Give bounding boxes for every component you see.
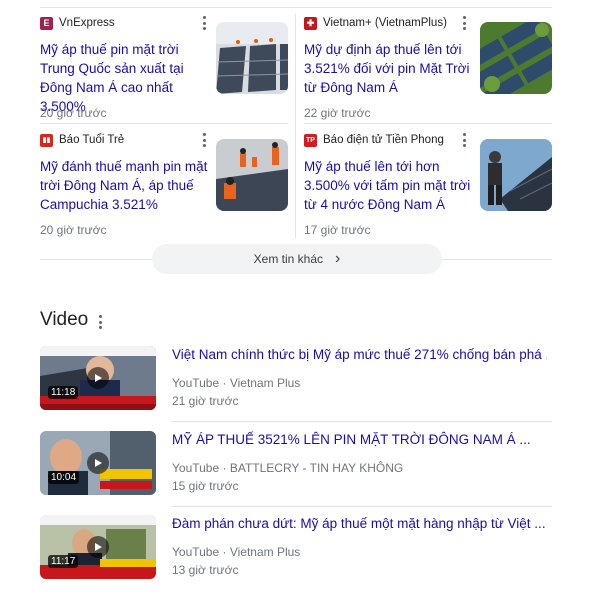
kebab-menu-icon[interactable]: [93, 315, 107, 329]
news-source-name: Báo điện tử Tiền Phong: [323, 134, 444, 146]
video-age: 21 giờ trước: [172, 394, 239, 408]
tuoitre-favicon-icon: ▮▮: [40, 133, 53, 147]
news-thumbnail[interactable]: [216, 139, 288, 211]
news-age: 20 giờ trước: [40, 223, 107, 237]
vietnamplus-favicon-icon: ✚: [304, 16, 317, 30]
news-source-name: VnExpress: [59, 17, 115, 29]
news-thumbnail[interactable]: [216, 22, 288, 94]
kebab-menu-icon[interactable]: [197, 133, 211, 147]
video-duration: 11:18: [48, 386, 79, 399]
news-age: 20 giờ trước: [40, 106, 107, 120]
chevron-right-icon: ›: [335, 250, 341, 267]
news-source-name: Vietnam+ (VietnamPlus): [323, 17, 447, 29]
video-channel: Vietnam Plus: [229, 376, 301, 390]
video-title[interactable]: MỸ ÁP THUẾ 3521% LÊN PIN MẶT TRỜI ĐÔNG N…: [172, 431, 547, 449]
video-channel: Vietnam Plus: [229, 545, 301, 559]
news-headline[interactable]: Mỹ áp thuế pin mặt trời Trung Quốc sản x…: [40, 40, 212, 116]
kebab-menu-icon[interactable]: [457, 133, 471, 147]
news-source: E VnExpress: [40, 14, 115, 32]
video-platform: YouTube: [172, 545, 220, 559]
video-age: 15 giờ trước: [172, 479, 239, 493]
video-meta: YouTube · Vietnam Plus: [172, 545, 300, 559]
video-divider: [172, 421, 552, 422]
video-result[interactable]: 11:17 Đàm phán chưa dứt: Mỹ áp thuế một …: [40, 515, 552, 585]
news-age: 22 giờ trước: [304, 106, 371, 120]
meta-separator: ·: [219, 376, 230, 390]
more-news-label: Xem tin khác: [253, 252, 324, 266]
video-duration: 11:17: [48, 555, 79, 568]
meta-separator: ·: [219, 545, 230, 559]
top-divider: [40, 7, 552, 8]
video-platform: YouTube: [172, 461, 220, 475]
video-age: 13 giờ trước: [172, 563, 239, 577]
video-meta: YouTube · Vietnam Plus: [172, 376, 300, 390]
tienphong-favicon-icon: TP: [304, 133, 317, 147]
video-platform: YouTube: [172, 376, 220, 390]
news-headline[interactable]: Mỹ dự định áp thuế lên tới 3.521% đối vớ…: [304, 40, 476, 97]
news-source: ✚ Vietnam+ (VietnamPlus): [304, 14, 447, 32]
news-headline[interactable]: Mỹ áp thuế lên tới hơn 3.500% với tấm pi…: [304, 157, 476, 214]
news-thumbnail[interactable]: [480, 139, 552, 211]
video-result[interactable]: 10:04 MỸ ÁP THUẾ 3521% LÊN PIN MẶT TRỜI …: [40, 431, 552, 501]
video-channel: BATTLECRY - TIN HAY KHÔNG: [229, 461, 404, 475]
video-title[interactable]: Việt Nam chính thức bị Mỹ áp mức thuế 27…: [172, 346, 547, 364]
news-card[interactable]: ▮▮ Báo Tuổi Trẻ Mỹ đánh thuế mạnh pin mặ…: [40, 131, 288, 243]
column-divider: [295, 14, 296, 238]
video-meta: YouTube · BATTLECRY - TIN HAY KHÔNG: [172, 461, 403, 475]
news-source: ▮▮ Báo Tuổi Trẻ: [40, 131, 124, 149]
kebab-menu-icon[interactable]: [457, 16, 471, 30]
vnexpress-favicon-icon: E: [40, 16, 53, 30]
video-section-title: Video: [40, 309, 89, 330]
news-age: 17 giờ trước: [304, 223, 371, 237]
news-card[interactable]: E VnExpress Mỹ áp thuế pin mặt trời Trun…: [40, 14, 288, 126]
news-thumbnail[interactable]: [480, 22, 552, 94]
video-thumbnail[interactable]: 11:17: [40, 515, 156, 579]
video-thumbnail[interactable]: 10:04: [40, 431, 156, 495]
play-icon[interactable]: [87, 536, 109, 558]
more-divider-left: [40, 259, 152, 260]
play-icon[interactable]: [87, 367, 109, 389]
play-icon[interactable]: [87, 452, 109, 474]
video-thumbnail[interactable]: 11:18: [40, 346, 156, 410]
more-divider-right: [442, 259, 552, 260]
video-title[interactable]: Đàm phán chưa dứt: Mỹ áp thuế một mặt hà…: [172, 515, 547, 533]
news-headline[interactable]: Mỹ đánh thuế mạnh pin mặt trời Đông Nam …: [40, 157, 212, 214]
meta-separator: ·: [219, 461, 230, 475]
news-card[interactable]: TP Báo điện tử Tiền Phong Mỹ áp thuế lên…: [304, 131, 552, 243]
video-result[interactable]: 11:18 Việt Nam chính thức bị Mỹ áp mức t…: [40, 346, 552, 416]
news-card[interactable]: ✚ Vietnam+ (VietnamPlus) Mỹ dự định áp t…: [304, 14, 552, 126]
video-duration: 10:04: [48, 471, 80, 484]
video-divider: [172, 506, 552, 507]
more-news-button[interactable]: Xem tin khác ›: [152, 244, 442, 274]
news-source-name: Báo Tuổi Trẻ: [59, 134, 125, 146]
news-source: TP Báo điện tử Tiền Phong: [304, 131, 444, 149]
kebab-menu-icon[interactable]: [197, 16, 211, 30]
